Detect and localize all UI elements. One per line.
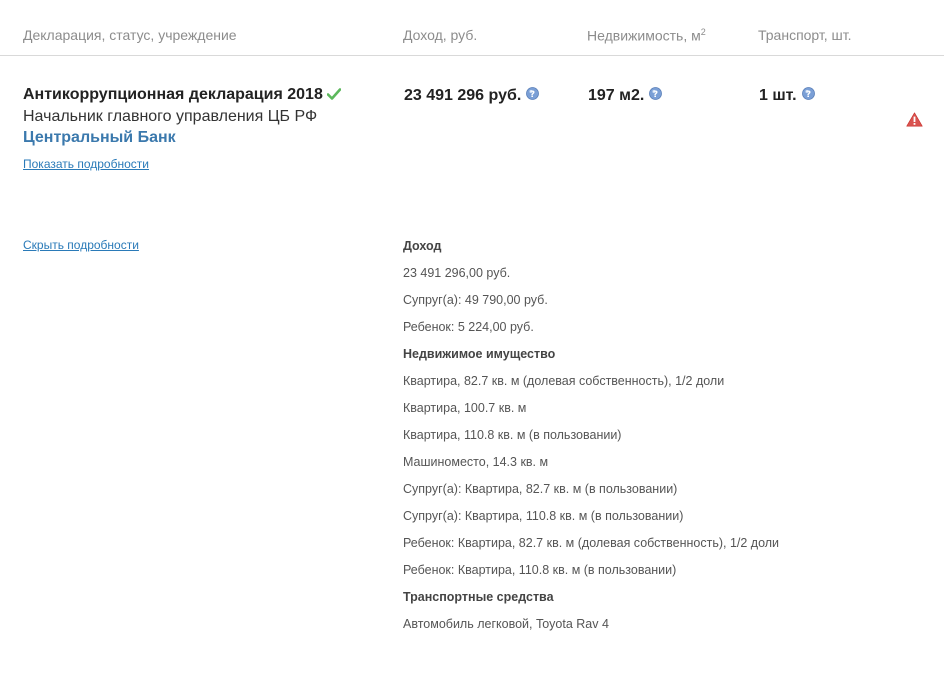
- realty-line: Ребенок: Квартира, 110.8 кв. м (в пользо…: [403, 563, 677, 577]
- income-heading: Доход: [403, 239, 442, 253]
- official-position: Начальник главного управления ЦБ РФ: [23, 108, 318, 125]
- organization-name[interactable]: Центральный Банк: [23, 129, 176, 147]
- realty-line: Супруг(а): Квартира, 82.7 кв. м (в польз…: [403, 482, 678, 496]
- table-header: Декларация, статус, учреждение Доход, ру…: [0, 0, 944, 56]
- income-value-text: 23 491 296 руб.: [404, 87, 522, 104]
- declaration-title-text: Антикоррупционная декларация 2018: [23, 86, 323, 103]
- realty-heading: Недвижимое имущество: [403, 347, 556, 361]
- header-declaration: Декларация, статус, учреждение: [23, 27, 237, 43]
- realty-value: 197 м2.?: [588, 87, 663, 105]
- declaration-page: Декларация, статус, учреждение Доход, ру…: [0, 0, 944, 681]
- realty-line: Квартира, 100.7 кв. м: [403, 401, 527, 415]
- transport-help-icon[interactable]: ?: [801, 87, 815, 105]
- svg-text:?: ?: [653, 90, 658, 100]
- income-line: Ребенок: 5 224,00 руб.: [403, 320, 534, 334]
- income-help-icon[interactable]: ?: [526, 87, 540, 105]
- transport-heading: Транспортные средства: [403, 590, 554, 604]
- income-line: 23 491 296,00 руб.: [403, 266, 511, 280]
- header-income: Доход, руб.: [403, 27, 478, 43]
- realty-value-text: 197 м2.: [588, 87, 645, 104]
- show-details-link[interactable]: Показать подробности: [23, 157, 149, 171]
- transport-value-text: 1 шт.: [759, 87, 797, 104]
- realty-line: Квартира, 82.7 кв. м (долевая собственно…: [403, 374, 725, 388]
- svg-text:?: ?: [805, 90, 810, 100]
- svg-text:?: ?: [530, 90, 535, 100]
- income-line: Супруг(а): 49 790,00 руб.: [403, 293, 548, 307]
- realty-line: Ребенок: Квартира, 82.7 кв. м (долевая с…: [403, 536, 780, 550]
- hide-details-link[interactable]: Скрыть подробности: [23, 238, 139, 252]
- transport-value: 1 шт.?: [759, 87, 815, 105]
- realty-line: Квартира, 110.8 кв. м (в пользовании): [403, 428, 622, 442]
- declaration-title: Антикоррупционная декларация 2018: [23, 86, 342, 105]
- warning-triangle-icon[interactable]: [906, 112, 923, 132]
- header-transport: Транспорт, шт.: [758, 27, 852, 43]
- transport-line: Автомобиль легковой, Toyota Rav 4: [403, 617, 609, 631]
- realty-help-icon[interactable]: ?: [649, 87, 663, 105]
- check-icon: [326, 87, 342, 105]
- income-value: 23 491 296 руб.?: [404, 87, 540, 105]
- realty-line: Машиноместо, 14.3 кв. м: [403, 455, 549, 469]
- realty-line: Супруг(а): Квартира, 110.8 кв. м (в поль…: [403, 509, 684, 523]
- header-realty-label: Недвижимость, м: [587, 27, 701, 44]
- header-realty: Недвижимость, м2: [587, 27, 706, 44]
- header-realty-sup: 2: [700, 27, 706, 37]
- details-panel: Доход 23 491 296,00 руб. Супруг(а): 49 7…: [403, 236, 923, 641]
